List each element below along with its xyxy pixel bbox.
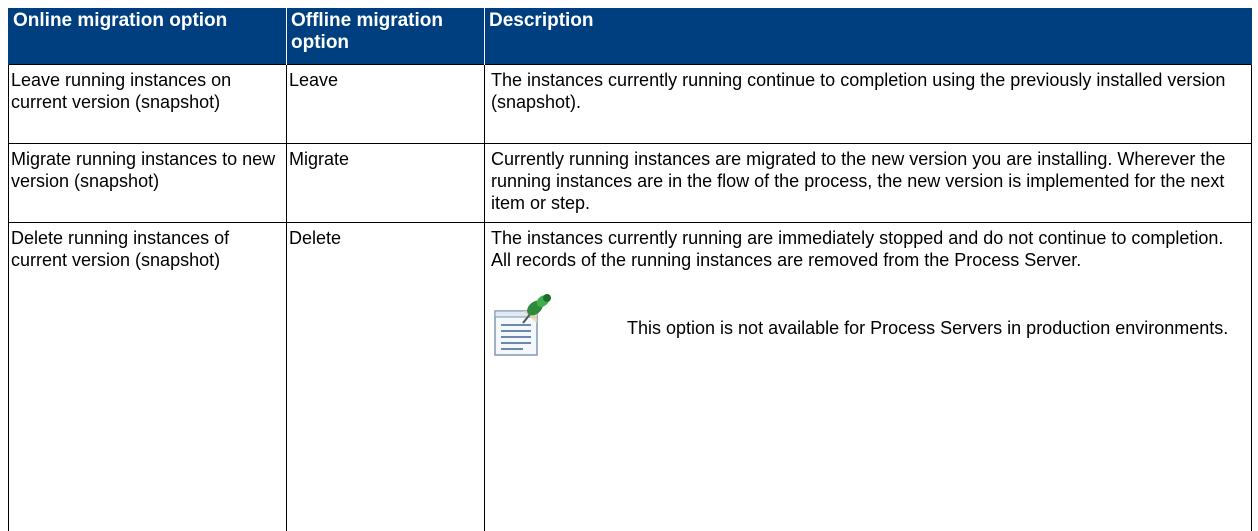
migration-options-table: Online migration option Offline migratio… (8, 8, 1252, 531)
cell-online-option: Migrate running instances to new version… (8, 142, 287, 223)
cell-description: Currently running instances are migrated… (484, 142, 1252, 223)
table-row-leave: Leave running instances on current versi… (8, 63, 1252, 144)
cell-offline-option: Leave (286, 63, 485, 144)
note-text: This option is not available for Process… (627, 317, 1229, 338)
table-row-delete: Delete running instances of current vers… (8, 221, 1252, 531)
cell-offline-option: Migrate (286, 142, 485, 223)
header-online-migration-option: Online migration option (8, 8, 287, 64)
table-row-migrate: Migrate running instances to new version… (8, 142, 1252, 223)
table-header-row: Online migration option Offline migratio… (8, 8, 1252, 64)
description-text: The instances currently running are imme… (491, 227, 1224, 270)
cell-description: The instances currently running continue… (484, 63, 1252, 144)
cell-online-option: Delete running instances of current vers… (8, 221, 287, 531)
header-offline-migration-option: Offline migration option (286, 8, 485, 64)
cell-offline-option: Delete (286, 221, 485, 531)
header-description: Description (484, 8, 1252, 64)
cell-description: The instances currently running are imme… (484, 221, 1252, 531)
note-pin-icon (493, 293, 557, 359)
cell-online-option: Leave running instances on current versi… (8, 63, 287, 144)
note-block: This option is not available for Process… (491, 287, 1247, 377)
